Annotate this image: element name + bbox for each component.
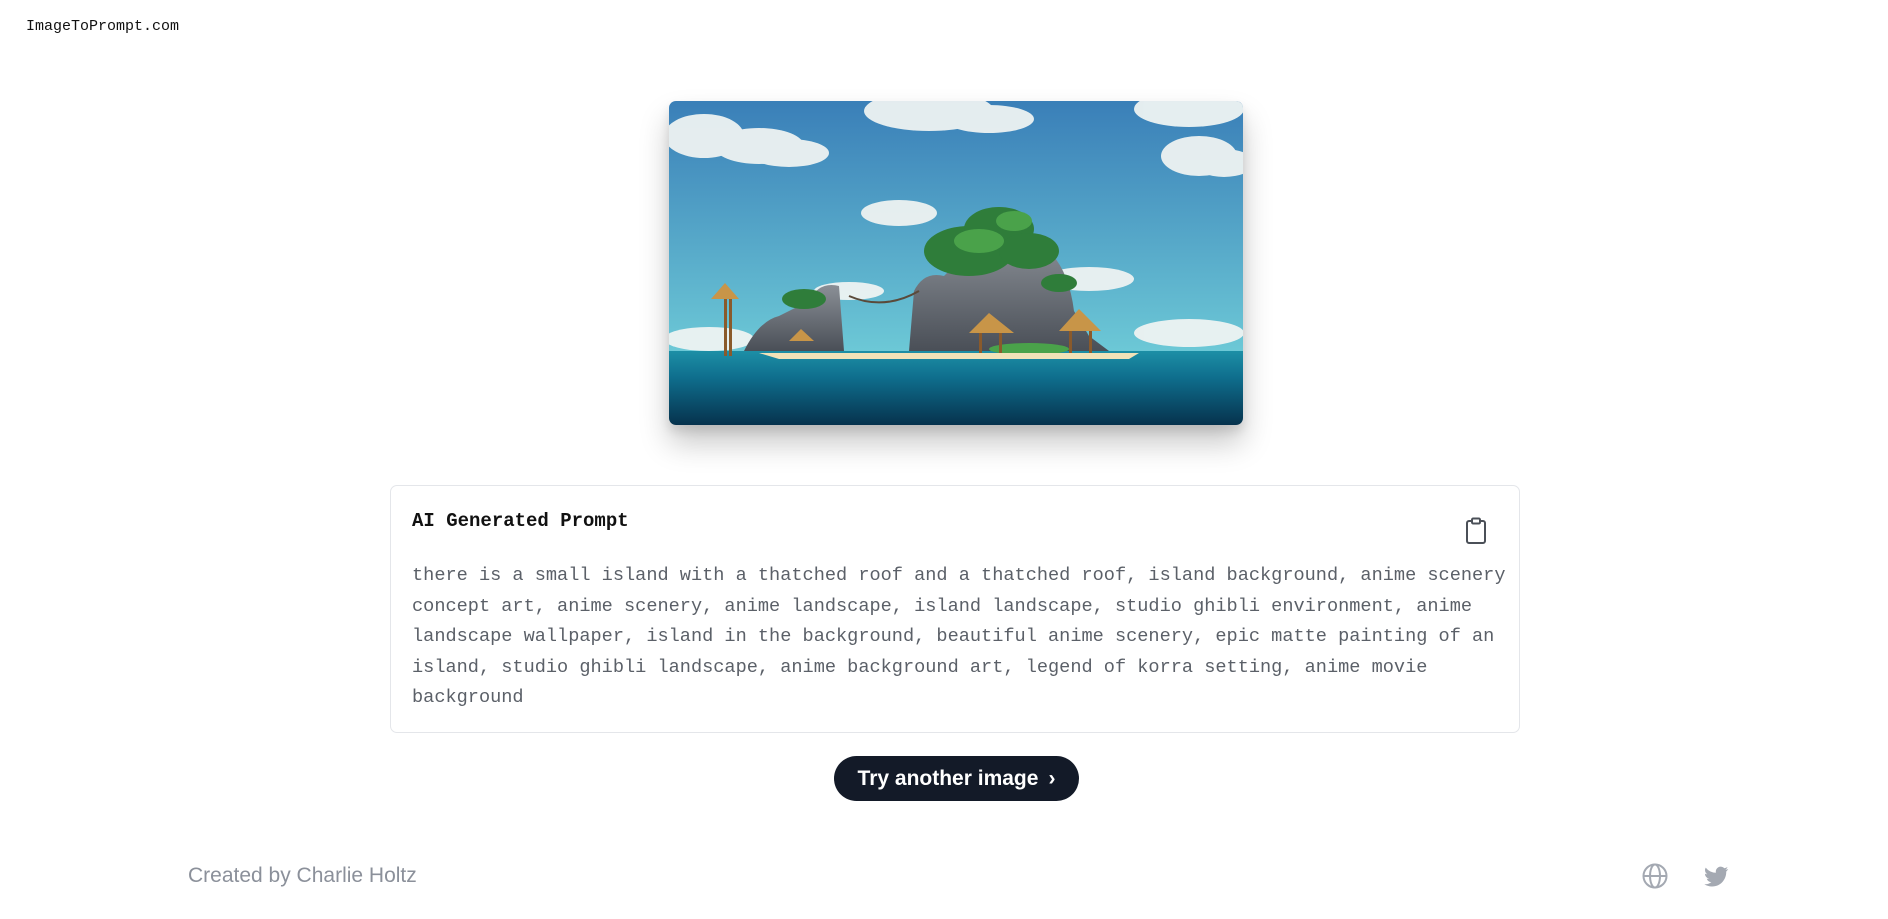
prompt-text: there is a small island with a thatched … [412, 565, 1506, 708]
footer-credit[interactable]: Created by Charlie Holtz [188, 864, 417, 888]
twitter-icon[interactable] [1702, 862, 1730, 890]
globe-icon[interactable] [1641, 862, 1669, 890]
site-logo[interactable]: ImageToPrompt.com [26, 18, 179, 35]
island-illustration [669, 101, 1243, 425]
try-another-image-label: Try another image [857, 766, 1039, 790]
clipboard-icon [1466, 517, 1486, 544]
hero-image [669, 101, 1243, 425]
copy-prompt-button[interactable] [1463, 516, 1489, 546]
prompt-card-title: AI Generated Prompt [412, 510, 629, 532]
prompt-card: AI Generated Prompt there is a small isl… [390, 485, 1520, 733]
chevron-right-icon: › [1048, 766, 1056, 790]
try-another-image-button[interactable]: Try another image › [834, 756, 1079, 801]
